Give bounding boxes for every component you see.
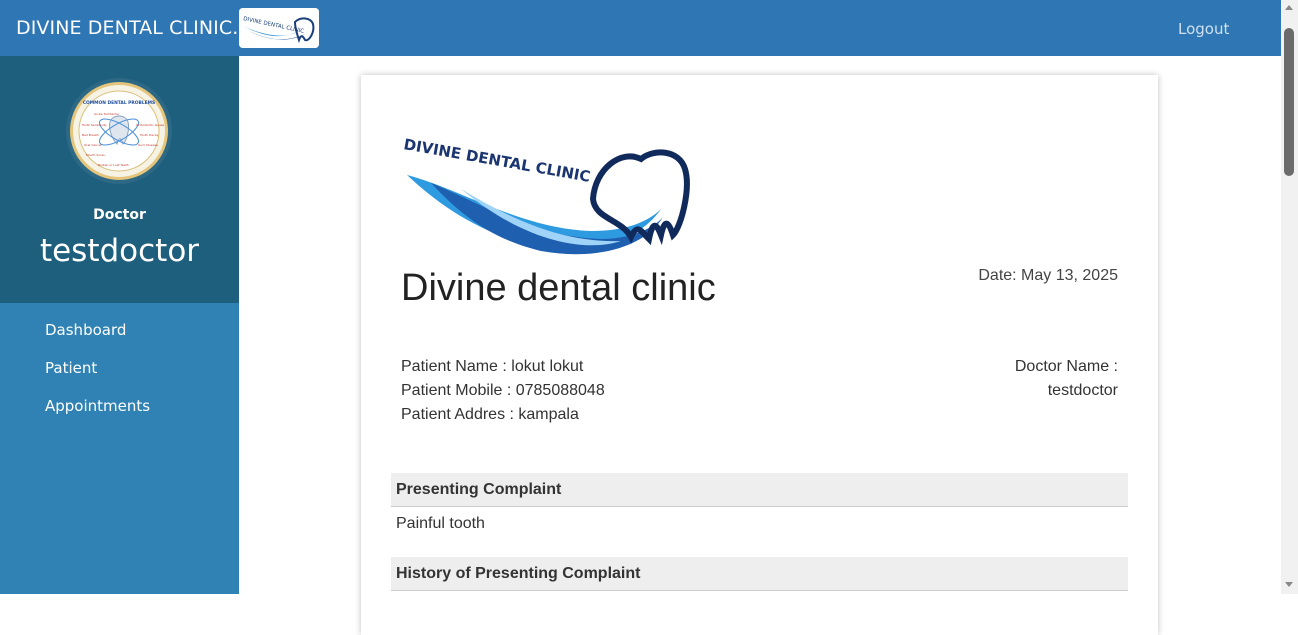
brand-logo-image: DIVINE DENTAL CLINIC bbox=[239, 8, 319, 48]
scroll-down-arrow-icon[interactable] bbox=[1285, 582, 1293, 587]
svg-text:DIVINE DENTAL CLINIC: DIVINE DENTAL CLINIC bbox=[402, 135, 592, 186]
report-date: Date: May 13, 2025 bbox=[978, 267, 1118, 284]
main-content: DIVINE DENTAL CLINIC Divine dental clini… bbox=[239, 56, 1281, 635]
svg-text:Tooth Decay: Tooth Decay bbox=[139, 133, 159, 137]
sidebar-item-appointments[interactable]: Appointments bbox=[45, 397, 150, 415]
sidebar-item-patient[interactable]: Patient bbox=[45, 359, 97, 377]
profile-panel: COMMON DENTAL PROBLEMS Acute Toothache T… bbox=[0, 56, 239, 303]
vertical-scrollbar[interactable] bbox=[1281, 0, 1298, 594]
doctor-name: testdoctor bbox=[1047, 382, 1118, 399]
doctor-name-label: Doctor Name : bbox=[1014, 358, 1118, 375]
clinic-logo-image: DIVINE DENTAL CLINIC bbox=[402, 135, 690, 255]
section-header-history: History of Presenting Complaint bbox=[391, 557, 1128, 591]
scroll-thumb[interactable] bbox=[1284, 28, 1294, 176]
brand-logo[interactable]: DIVINE DENTAL CLINIC bbox=[239, 8, 319, 48]
patient-mobile: Patient Mobile : 0785088048 bbox=[401, 382, 605, 399]
user-name: testdoctor bbox=[39, 233, 200, 269]
brand-title[interactable]: DIVINE DENTAL CLINIC. bbox=[16, 17, 238, 39]
user-role: Doctor bbox=[93, 207, 146, 223]
svg-text:Tooth Sensitivity: Tooth Sensitivity bbox=[81, 123, 107, 127]
svg-text:Oral Cancer: Oral Cancer bbox=[84, 143, 103, 147]
svg-text:Gum Disease: Gum Disease bbox=[138, 143, 158, 147]
svg-text:Orthodontic Issues: Orthodontic Issues bbox=[136, 123, 165, 127]
logout-link[interactable]: Logout bbox=[1178, 20, 1229, 38]
svg-text:Acute Toothache: Acute Toothache bbox=[94, 112, 119, 116]
avatar-image: COMMON DENTAL PROBLEMS Acute Toothache T… bbox=[73, 85, 165, 177]
svg-text:COMMON DENTAL PROBLEMS: COMMON DENTAL PROBLEMS bbox=[83, 100, 155, 106]
sidebar: COMMON DENTAL PROBLEMS Acute Toothache T… bbox=[0, 56, 239, 594]
sidebar-item-dashboard[interactable]: Dashboard bbox=[45, 321, 126, 339]
section-body-presenting-complaint: Painful tooth bbox=[396, 515, 485, 532]
section-header-presenting-complaint: Presenting Complaint bbox=[391, 473, 1128, 507]
svg-text:Broken or Lost Teeth: Broken or Lost Teeth bbox=[98, 163, 129, 167]
scroll-up-arrow-icon[interactable] bbox=[1285, 5, 1293, 10]
top-navbar: DIVINE DENTAL CLINIC. DIVINE DENTAL CLIN… bbox=[0, 0, 1281, 56]
patient-name: Patient Name : lokut lokut bbox=[401, 358, 584, 375]
clinic-logo: DIVINE DENTAL CLINIC bbox=[401, 119, 691, 259]
avatar: COMMON DENTAL PROBLEMS Acute Toothache T… bbox=[66, 78, 172, 184]
clinic-name: Divine dental clinic bbox=[401, 267, 716, 309]
prescription-card: DIVINE DENTAL CLINIC Divine dental clini… bbox=[361, 75, 1158, 635]
svg-text:Mouth Sores: Mouth Sores bbox=[86, 153, 105, 157]
svg-text:Bad Breath: Bad Breath bbox=[82, 133, 99, 137]
patient-address: Patient Addres : kampala bbox=[401, 406, 579, 423]
